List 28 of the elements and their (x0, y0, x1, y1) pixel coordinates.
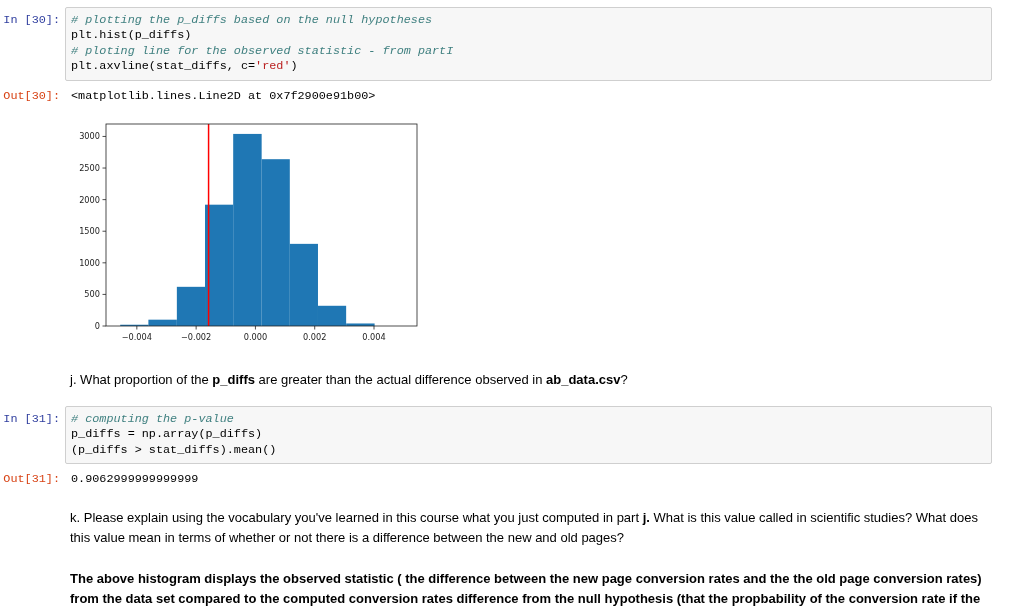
code-line: p_diffs = np.array(p_diffs) (71, 427, 264, 443)
y-tick-label: 500 (84, 289, 100, 300)
output-prompt: Out[30]: (2, 88, 60, 105)
y-tick-label: 1500 (79, 226, 100, 237)
x-tick-label: 0.002 (303, 332, 327, 343)
y-tick-label: 2000 (79, 194, 100, 205)
x-tick-label: −0.002 (180, 332, 212, 343)
output-text: 0.9062999999999999 (70, 472, 199, 488)
code-line: # ploting line for the observed statistic - from partI (71, 43, 455, 60)
input-prompt: In [30]: (2, 12, 60, 29)
code-line: # plotting the p_diffs based on the null hypotheses (71, 13, 434, 29)
y-tick-label: 1000 (79, 257, 100, 268)
y-tick-label: 2500 (79, 163, 100, 174)
code-line: (p_diffs > stat_diffs).mean() (71, 442, 278, 459)
question-text: j. What proportion of the p_diffs are greater than the actual difference observed in ab_data.csv? (70, 371, 629, 390)
y-tick-label: 0 (94, 321, 100, 332)
answer-text: The above histogram displays the observed statistic ( the difference between the new page conversion rates and the the old page conversion rates) from the data set compared to the computed conversion rates difference from the null hypothesis (that the propbability of the conversion rate if the (70, 569, 983, 608)
x-tick-label: 0.004 (362, 332, 386, 343)
y-tick-label: 3000 (79, 131, 100, 142)
x-tick-label: 0.000 (243, 332, 268, 343)
input-prompt: In [31]: (2, 411, 60, 428)
code-line: plt.axvline(stat_diffs, c='red') (71, 59, 299, 75)
x-tick-label: −0.004 (121, 332, 152, 343)
code-line: plt.hist(p_diffs) (71, 28, 193, 44)
output-text: <matplotlib.lines.Line2D at 0x7f2900e91b00> (70, 88, 376, 105)
output-prompt: Out[31]: (2, 472, 60, 488)
code-line: # computing the p-value (71, 412, 235, 428)
question-text: k. Please explain using the vocabulary you've learned in this course what you just computed in part j. What is this value called in scientific studies? What does this value mean in terms of whether or not there is a difference between the new and old pages? (70, 508, 979, 547)
